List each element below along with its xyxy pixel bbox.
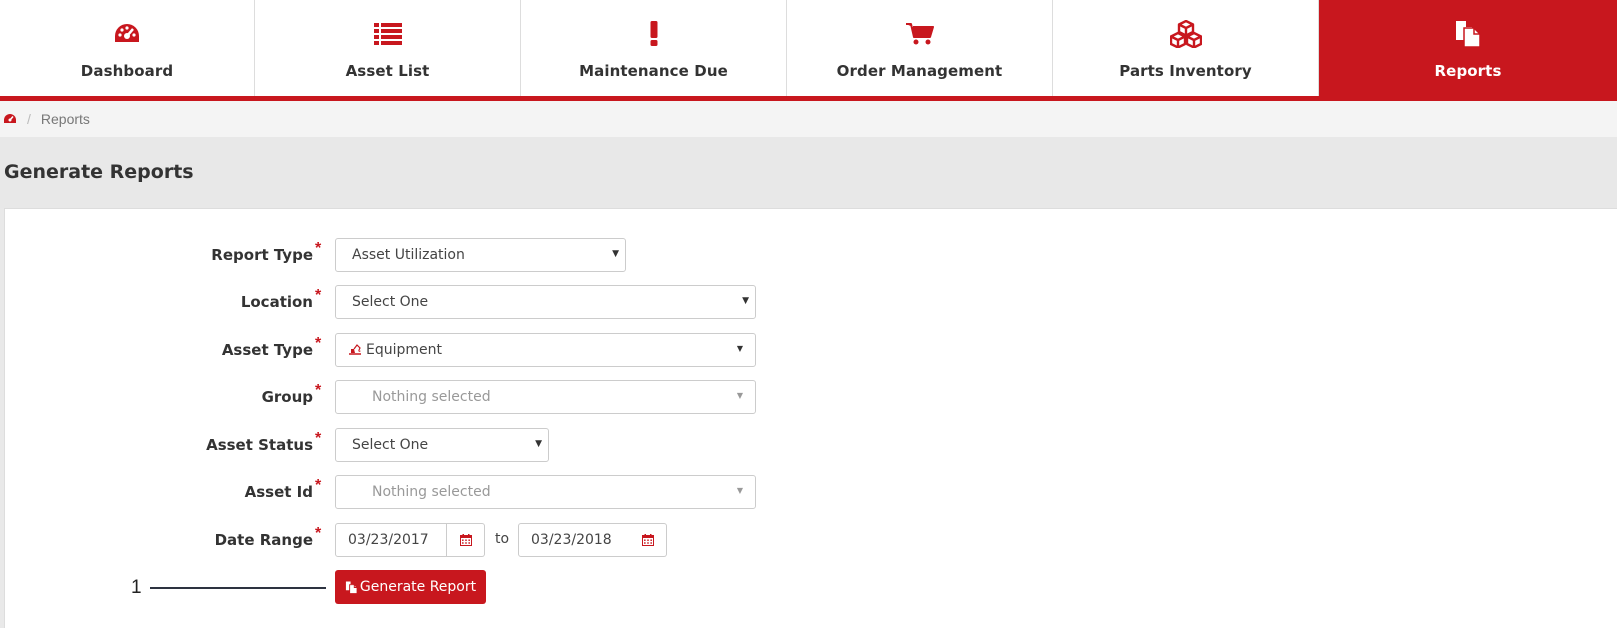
calendar-icon [459, 534, 472, 546]
generate-report-label: Generate Report [359, 579, 477, 595]
nav-asset-list[interactable]: Asset List [255, 0, 521, 96]
report-type-select[interactable]: Asset Utilization ▼ [335, 238, 626, 272]
required-mark: * [315, 335, 322, 352]
nav-label: Maintenance Due [579, 62, 728, 80]
asset-id-value: Nothing selected [372, 484, 491, 500]
asset-status-select[interactable]: Select One ▼ [335, 428, 549, 462]
nav-parts-inventory[interactable]: Parts Inventory [1053, 0, 1319, 96]
annotation-pointer-line [150, 587, 326, 589]
chevron-down-icon: ▼ [736, 344, 743, 353]
required-mark: * [315, 525, 322, 542]
required-mark: * [315, 287, 322, 304]
list-icon [373, 20, 402, 48]
excavator-icon [348, 344, 362, 356]
chevron-down-icon: ▼ [612, 249, 619, 259]
location-label: Location [240, 293, 313, 311]
annotation-number: 1 [131, 577, 142, 598]
required-mark: * [315, 430, 322, 447]
group-label: Group [261, 388, 313, 406]
asset-id-label: Asset Id [244, 483, 313, 501]
breadcrumb-current: Reports [40, 111, 90, 127]
generate-report-button[interactable]: Generate Report [335, 570, 486, 604]
date-from-input[interactable]: 03/23/2017 [335, 523, 447, 557]
asset-status-value: Select One [352, 437, 429, 453]
nav-label: Dashboard [80, 62, 174, 80]
shopping-cart-icon [905, 20, 934, 48]
nav-label: Reports [1434, 62, 1502, 80]
nav-label: Asset List [345, 62, 430, 80]
asset-type-select[interactable]: Equipment ▼ [335, 333, 756, 367]
group-value: Nothing selected [372, 389, 491, 405]
top-navigation: Dashboard Asset List Maintenance Due Ord… [0, 0, 1617, 101]
page-title: Generate Reports [4, 161, 194, 183]
form-row-date-range: Date Range * 03/23/2017 to 03/23/2018 [5, 523, 905, 557]
location-select[interactable]: Select One ▼ [335, 285, 756, 319]
date-to-input[interactable]: 03/23/2018 [518, 523, 630, 557]
date-from-calendar-button[interactable] [447, 523, 485, 557]
nav-dashboard[interactable]: Dashboard [0, 0, 255, 96]
form-row-group: Group * Nothing selected ▼ [5, 380, 905, 414]
report-type-value: Asset Utilization [352, 247, 465, 263]
date-range-label: Date Range [214, 531, 313, 549]
required-mark: * [315, 477, 322, 494]
location-value: Select One [352, 294, 429, 310]
form-row-asset-type: Asset Type * Equipment ▼ [5, 333, 905, 367]
asset-id-multiselect[interactable]: Nothing selected ▼ [335, 475, 756, 509]
date-range-to-text: to [495, 531, 510, 547]
nav-order-management[interactable]: Order Management [787, 0, 1053, 96]
report-form-panel: Report Type * Asset Utilization ▼ Locati… [4, 208, 1617, 628]
page-header: Generate Reports [0, 137, 1617, 208]
breadcrumb: / Reports [0, 101, 1617, 137]
asset-type-label: Asset Type [221, 341, 313, 359]
report-type-label: Report Type [211, 246, 313, 264]
required-mark: * [315, 382, 322, 399]
form-row-location: Location * Select One ▼ [5, 285, 905, 319]
nav-label: Order Management [836, 62, 1003, 80]
nav-reports[interactable]: Reports [1319, 0, 1617, 96]
calendar-icon [641, 534, 654, 546]
form-row-report-type: Report Type * Asset Utilization ▼ [5, 238, 905, 272]
dashboard-gauge-icon[interactable] [3, 113, 17, 125]
nav-label: Parts Inventory [1119, 62, 1252, 80]
dashboard-gauge-icon [113, 20, 141, 48]
chevron-down-icon: ▼ [736, 391, 743, 400]
chevron-down-icon: ▼ [535, 439, 542, 449]
breadcrumb-separator: / [27, 111, 31, 127]
chevron-down-icon: ▼ [736, 486, 743, 495]
chevron-down-icon: ▼ [742, 296, 749, 306]
asset-type-value: Equipment [366, 342, 442, 358]
group-multiselect[interactable]: Nothing selected ▼ [335, 380, 756, 414]
date-to-calendar-button[interactable] [629, 523, 667, 557]
cubes-icon [1169, 20, 1202, 48]
copy-documents-icon [1454, 20, 1482, 48]
required-mark: * [315, 240, 322, 257]
asset-status-label: Asset Status [206, 436, 313, 454]
form-row-asset-id: Asset Id * Nothing selected ▼ [5, 475, 905, 509]
copy-documents-icon [345, 580, 360, 594]
exclamation-icon [649, 20, 659, 48]
form-row-asset-status: Asset Status * Select One ▼ [5, 428, 905, 462]
nav-maintenance-due[interactable]: Maintenance Due [521, 0, 787, 96]
